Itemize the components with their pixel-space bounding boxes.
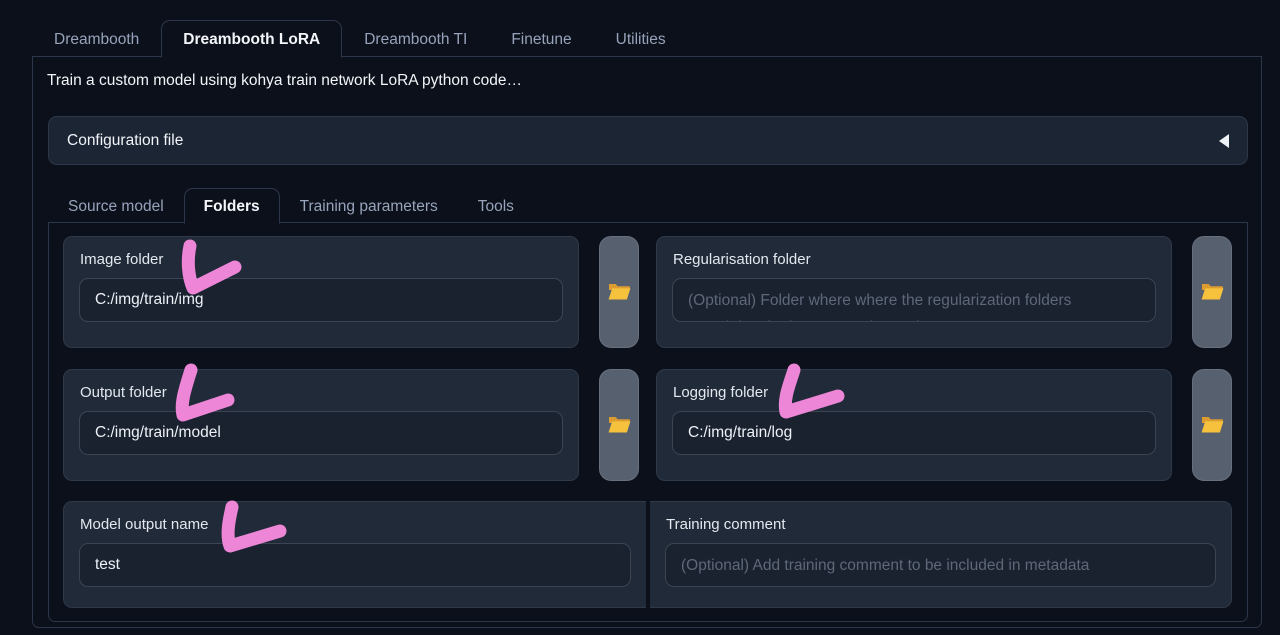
- logging-folder-group: Logging folder: [656, 369, 1172, 481]
- folders-tab-panel: Image folder Regularisation folder Outpu…: [48, 222, 1248, 622]
- regularisation-folder-label: Regularisation folder: [673, 251, 811, 268]
- image-folder-browse-button[interactable]: [599, 236, 639, 348]
- open-folder-icon: [608, 417, 630, 433]
- model-output-name-group: Model output name: [63, 501, 646, 608]
- logging-folder-input[interactable]: [672, 411, 1156, 455]
- training-comment-input[interactable]: [665, 543, 1216, 587]
- regularisation-folder-input[interactable]: [672, 278, 1156, 322]
- tab-finetune[interactable]: Finetune: [489, 20, 593, 57]
- tab-source-model[interactable]: Source model: [48, 188, 184, 223]
- regularisation-folder-browse-button[interactable]: [1192, 236, 1232, 348]
- training-comment-label: Training comment: [666, 516, 786, 533]
- image-folder-label: Image folder: [80, 251, 164, 268]
- open-folder-icon: [1201, 284, 1223, 300]
- tab-training-parameters[interactable]: Training parameters: [280, 188, 458, 223]
- regularisation-folder-group: Regularisation folder: [656, 236, 1172, 348]
- logging-folder-browse-button[interactable]: [1192, 369, 1232, 481]
- open-folder-icon: [1201, 417, 1223, 433]
- configuration-file-accordion[interactable]: Configuration file: [48, 116, 1248, 165]
- output-folder-input[interactable]: [79, 411, 563, 455]
- output-folder-browse-button[interactable]: [599, 369, 639, 481]
- image-folder-input[interactable]: [79, 278, 563, 322]
- main-tab-bar: Dreambooth Dreambooth LoRA Dreambooth TI…: [32, 20, 688, 58]
- tab-dreambooth-lora[interactable]: Dreambooth LoRA: [161, 20, 343, 58]
- tab-dreambooth-ti[interactable]: Dreambooth TI: [342, 20, 489, 57]
- model-output-name-label: Model output name: [80, 516, 209, 533]
- training-comment-group: Training comment: [650, 501, 1232, 608]
- sub-tab-bar: Source model Folders Training parameters…: [48, 188, 534, 224]
- image-folder-group: Image folder: [63, 236, 579, 348]
- model-output-name-input[interactable]: [79, 543, 631, 587]
- accordion-label: Configuration file: [67, 131, 184, 149]
- output-folder-label: Output folder: [80, 384, 167, 401]
- tab-tools[interactable]: Tools: [458, 188, 534, 223]
- tab-dreambooth[interactable]: Dreambooth: [32, 20, 161, 57]
- logging-folder-label: Logging folder: [673, 384, 769, 401]
- output-folder-group: Output folder: [63, 369, 579, 481]
- tab-utilities[interactable]: Utilities: [594, 20, 688, 57]
- triangle-left-icon: [1219, 133, 1229, 148]
- page-description: Train a custom model using kohya train n…: [47, 72, 523, 89]
- open-folder-icon: [608, 284, 630, 300]
- tab-folders[interactable]: Folders: [183, 188, 280, 224]
